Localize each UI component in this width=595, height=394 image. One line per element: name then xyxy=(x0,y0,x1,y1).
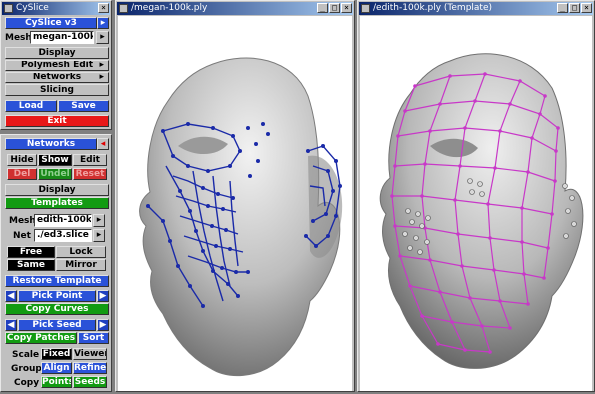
seeds-button[interactable]: Seeds xyxy=(73,376,107,388)
collapse-arrow-icon[interactable]: ◂ xyxy=(97,138,109,150)
viewport-megan[interactable] xyxy=(118,16,352,391)
viewer-window-edith: /edith-100k.ply (Template) _ □ × xyxy=(357,0,595,392)
version-menu-arrow[interactable]: ▸ xyxy=(97,17,109,29)
points-button[interactable]: Points xyxy=(41,376,72,388)
pick-seed-next[interactable]: ▶ xyxy=(97,319,109,331)
template-mesh-dropdown[interactable]: ▸ xyxy=(93,214,105,227)
submenu-arrow-icon: ▸ xyxy=(99,60,104,70)
app-icon xyxy=(4,4,13,13)
scale-label: Scale xyxy=(12,350,40,360)
pick-point-prev[interactable]: ◀ xyxy=(5,290,17,302)
group-label: Group xyxy=(11,364,42,374)
viewer-left-title: /megan-100k.ply xyxy=(131,3,208,13)
same-button[interactable]: Same xyxy=(7,259,55,271)
copy-label: Copy xyxy=(14,378,40,388)
edit-button[interactable]: Edit xyxy=(73,154,107,166)
template-mesh-label: Mesh xyxy=(9,216,36,226)
refine-button[interactable]: Refine xyxy=(73,362,107,374)
main-window-title: CySlice xyxy=(16,3,49,13)
app-icon xyxy=(119,4,128,13)
viewer-window-megan: /megan-100k.ply _ □ × xyxy=(115,0,355,392)
version-button[interactable]: CySlice v3 xyxy=(5,17,97,29)
close-icon[interactable]: × xyxy=(341,3,352,13)
copy-curves-button[interactable]: Copy Curves xyxy=(5,303,109,315)
mesh-dropdown-button[interactable]: ▸ xyxy=(96,31,109,44)
reset-button[interactable]: Reset xyxy=(73,168,107,180)
maximize-icon[interactable]: □ xyxy=(569,3,580,13)
networks-panel-header[interactable]: Networks xyxy=(5,138,97,150)
fixed-button[interactable]: Fixed xyxy=(41,348,72,360)
lock-button[interactable]: Lock xyxy=(56,246,106,258)
net-label: Net xyxy=(13,231,31,241)
viewer-right-titlebar[interactable]: /edith-100k.ply (Template) _ □ × xyxy=(359,2,593,15)
networks-panel: Networks ◂ Hide Show Edit Del Undel Rese… xyxy=(0,134,112,392)
mesh-label: Mesh xyxy=(5,33,32,43)
pick-seed-prev[interactable]: ◀ xyxy=(5,319,17,331)
slicing-button[interactable]: Slicing xyxy=(5,84,109,96)
viewport-edith[interactable] xyxy=(360,16,592,391)
polymesh-edit-label: Polymesh Edit xyxy=(20,60,94,70)
networks-display-button[interactable]: Display xyxy=(5,184,109,196)
copy-patches-button[interactable]: Copy Patches xyxy=(5,332,77,344)
net-field[interactable]: ./ed3.slice xyxy=(34,229,92,242)
main-titlebar[interactable]: CySlice × xyxy=(2,2,110,15)
template-mesh-field[interactable]: edith-100k.ply xyxy=(34,214,92,227)
minimize-icon[interactable]: _ xyxy=(557,3,568,13)
networks-menu[interactable]: Networks ▸ xyxy=(5,72,109,83)
polymesh-edit-menu[interactable]: Polymesh Edit ▸ xyxy=(5,60,109,71)
del-button[interactable]: Del xyxy=(7,168,37,180)
viewer-left-titlebar[interactable]: /megan-100k.ply _ □ × xyxy=(117,2,353,15)
close-icon[interactable]: × xyxy=(98,3,109,13)
pick-seed-button[interactable]: Pick Seed xyxy=(18,319,96,331)
close-icon[interactable]: × xyxy=(581,3,592,13)
restore-template-button[interactable]: Restore Template xyxy=(5,275,109,287)
app-icon xyxy=(361,4,370,13)
undel-button[interactable]: Undel xyxy=(38,168,72,180)
submenu-arrow-icon: ▸ xyxy=(99,72,104,82)
save-button[interactable]: Save xyxy=(58,100,109,112)
cyslice-main-window: CySlice × CySlice v3 ▸ Mesh megan-100k.p… xyxy=(0,0,112,130)
load-button[interactable]: Load xyxy=(5,100,57,112)
mesh-field[interactable]: megan-100k.ply xyxy=(30,31,94,44)
minimize-icon[interactable]: _ xyxy=(317,3,328,13)
show-button[interactable]: Show xyxy=(38,154,72,166)
maximize-icon[interactable]: □ xyxy=(329,3,340,13)
head-render-edith xyxy=(379,53,584,369)
align-button[interactable]: Align xyxy=(41,362,72,374)
viewer-right-title: /edith-100k.ply (Template) xyxy=(373,3,493,13)
head-render-megan xyxy=(139,57,343,377)
viewer-button[interactable]: Viewer xyxy=(73,348,107,360)
net-dropdown[interactable]: ▸ xyxy=(93,229,105,242)
display-button[interactable]: Display xyxy=(5,47,109,59)
pick-point-next[interactable]: ▶ xyxy=(97,290,109,302)
networks-menu-label: Networks xyxy=(32,72,82,82)
free-button[interactable]: Free xyxy=(7,246,55,258)
sort-button[interactable]: Sort xyxy=(78,332,109,344)
pick-point-button[interactable]: Pick Point xyxy=(18,290,96,302)
hide-button[interactable]: Hide xyxy=(7,154,37,166)
templates-button[interactable]: Templates xyxy=(5,197,109,209)
mirror-button[interactable]: Mirror xyxy=(56,259,106,271)
exit-button[interactable]: Exit xyxy=(5,115,109,127)
